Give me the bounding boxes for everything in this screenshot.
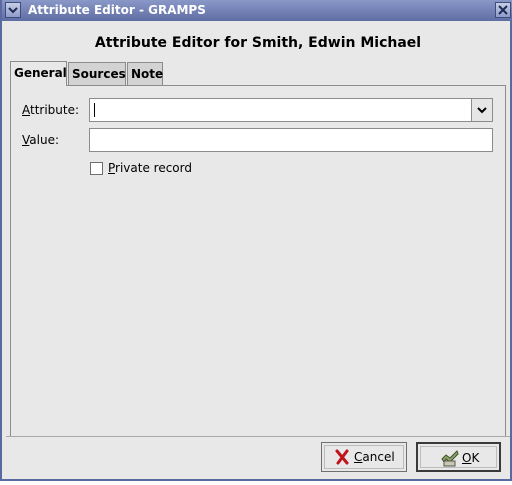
chevron-down-icon: [8, 7, 18, 14]
attribute-editor-window: Attribute Editor - GRAMPS Attribute Edit…: [0, 0, 512, 481]
attribute-dropdown-button[interactable]: [471, 99, 492, 121]
tab-note[interactable]: Note: [127, 62, 163, 85]
value-field[interactable]: [89, 128, 493, 152]
ok-label: OK: [462, 451, 480, 465]
window-menu-button[interactable]: [5, 2, 21, 18]
red-x-icon: [335, 449, 349, 465]
text-cursor: [94, 103, 95, 117]
attribute-combo[interactable]: [89, 98, 493, 122]
value-label: Value:: [22, 133, 59, 147]
button-separator: [6, 436, 510, 437]
attribute-label: Attribute:: [22, 103, 80, 117]
window-title: Attribute Editor - GRAMPS: [28, 3, 206, 17]
cancel-label: Cancel: [354, 450, 395, 464]
check-hand-icon: [441, 450, 459, 467]
dialog-heading: Attribute Editor for Smith, Edwin Michae…: [94, 35, 422, 51]
cancel-button[interactable]: Cancel: [321, 442, 407, 472]
private-record-label[interactable]: Private record: [108, 161, 192, 175]
chevron-down-icon: [477, 107, 487, 114]
title-bar: Attribute Editor - GRAMPS: [2, 0, 512, 21]
tab-sources[interactable]: Sources: [68, 62, 126, 85]
close-window-button[interactable]: [495, 2, 511, 18]
tab-general[interactable]: General: [10, 61, 67, 86]
ok-button[interactable]: OK: [416, 442, 501, 472]
private-record-checkbox[interactable]: [90, 162, 103, 175]
close-icon: [498, 5, 508, 15]
